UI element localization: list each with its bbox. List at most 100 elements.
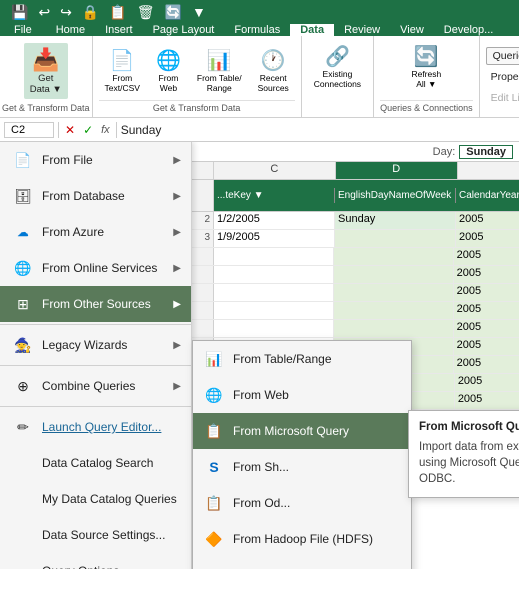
existing-connections-button[interactable]: 🔗 ExistingConnections bbox=[308, 40, 367, 93]
launch-query-editor-item[interactable]: ✏ Launch Query Editor... bbox=[0, 409, 191, 445]
table-range-icon: 📊 bbox=[203, 350, 225, 368]
qat-more-icon[interactable]: ▼ bbox=[189, 2, 209, 22]
tooltip-title: From Microsoft Query bbox=[419, 421, 519, 433]
queries-connections-button[interactable]: Queries & Connections bbox=[486, 47, 519, 65]
data-row-7: 2005 bbox=[192, 320, 519, 338]
cell-r2c4[interactable]: Sunday bbox=[335, 212, 456, 229]
redo-icon[interactable]: ↪ bbox=[57, 2, 75, 23]
cell-r2c3[interactable]: 1/2/2005 bbox=[214, 212, 335, 229]
legacy-wizards-arrow: ▶ bbox=[173, 340, 181, 351]
other-sources-icon: ⊞ bbox=[12, 295, 34, 313]
cell-reference[interactable]: C2 bbox=[4, 122, 54, 138]
tab-file[interactable]: File bbox=[0, 24, 46, 36]
submenu-from-web[interactable]: 🌐 From Web bbox=[193, 377, 411, 413]
tab-data[interactable]: Data bbox=[290, 24, 334, 36]
table-range-label: From Table/Range bbox=[233, 352, 401, 366]
col-header-d[interactable]: D bbox=[336, 162, 458, 179]
tab-developer[interactable]: Develop... bbox=[434, 24, 504, 36]
cell-r3c3[interactable]: 1/9/2005 bbox=[214, 230, 335, 247]
get-transform-label2: Get & Transform Data bbox=[99, 100, 295, 113]
legacy-wizards-label: Legacy Wizards bbox=[42, 338, 165, 352]
query-options-item[interactable]: Query Options bbox=[0, 553, 191, 569]
submenu-active-directory[interactable]: 👥 From Active Directory bbox=[193, 557, 411, 569]
refresh-all-button[interactable]: 🔄 RefreshAll ▼ bbox=[404, 40, 448, 93]
from-other-sources-item[interactable]: ⊞ From Other Sources ▶ bbox=[0, 286, 191, 322]
recent-sources-button[interactable]: 🕐 RecentSources bbox=[252, 44, 295, 97]
cell-r3c5[interactable]: 2005 bbox=[456, 230, 519, 247]
separator-3 bbox=[0, 406, 191, 407]
from-file-item[interactable]: 📄 From File ▶ bbox=[0, 142, 191, 178]
get-data-button[interactable]: 📥 Get Data ▼ bbox=[24, 43, 68, 99]
submenu-hadoop[interactable]: 🔶 From Hadoop File (HDFS) bbox=[193, 521, 411, 557]
col-header-c: C bbox=[214, 162, 336, 179]
from-database-label: From Database bbox=[42, 189, 165, 203]
tab-view[interactable]: View bbox=[390, 24, 434, 36]
from-table-range-button[interactable]: 📊 From Table/Range bbox=[191, 44, 248, 97]
odata-icon: 📋 bbox=[203, 494, 225, 512]
my-catalog-icon bbox=[12, 490, 34, 508]
from-azure-label: From Azure bbox=[42, 225, 165, 239]
confirm-formula-icon[interactable]: ✓ bbox=[81, 121, 95, 139]
combine-queries-label: Combine Queries bbox=[42, 379, 165, 393]
hadoop-icon: 🔶 bbox=[203, 530, 225, 548]
ms-query-tooltip: From Microsoft Query Import data from ex… bbox=[408, 410, 519, 498]
tab-page-layout[interactable]: Page Layout bbox=[143, 24, 225, 36]
from-text-csv-button[interactable]: 📄 FromText/CSV bbox=[99, 44, 146, 97]
data-row-4: 2005 bbox=[192, 266, 519, 284]
data-row-3: 2005 bbox=[192, 248, 519, 266]
insert-function-icon[interactable]: fx bbox=[99, 122, 112, 138]
data-catalog-search-item[interactable]: Data Catalog Search bbox=[0, 445, 191, 481]
col-calendaryear: CalendarYear ▼ bbox=[456, 188, 519, 203]
legacy-wizards-item[interactable]: 🧙 Legacy Wizards ▶ bbox=[0, 327, 191, 363]
tab-review[interactable]: Review bbox=[334, 24, 390, 36]
ms-query-label: From Microsoft Query bbox=[233, 424, 401, 438]
from-web-button[interactable]: 🌐 FromWeb bbox=[150, 44, 187, 97]
edit-links-button[interactable]: Edit Links bbox=[486, 89, 519, 107]
data-row-1[interactable]: 2 1/2/2005 Sunday 2005 bbox=[192, 212, 519, 230]
cancel-formula-icon[interactable]: ✕ bbox=[63, 121, 77, 139]
ad-icon: 👥 bbox=[203, 566, 225, 569]
data-catalog-search-label: Data Catalog Search bbox=[42, 456, 181, 470]
submenu-table-range[interactable]: 📊 From Table/Range bbox=[193, 341, 411, 377]
from-database-item[interactable]: 🗄 From Database ▶ bbox=[0, 178, 191, 214]
combine-queries-item[interactable]: ⊕ Combine Queries ▶ bbox=[0, 368, 191, 404]
day-label-bar: Day: Sunday bbox=[192, 142, 519, 162]
delete-icon[interactable]: 🗑 bbox=[134, 2, 158, 23]
tab-formulas[interactable]: Formulas bbox=[224, 24, 290, 36]
lock-icon[interactable]: 🔒 bbox=[79, 2, 102, 23]
save-icon[interactable]: 💾 bbox=[8, 2, 31, 23]
submenu-microsoft-query[interactable]: 📋 From Microsoft Query bbox=[193, 413, 411, 449]
file-icon: 📄 bbox=[12, 151, 34, 169]
submenu-odata[interactable]: 📋 From Od... bbox=[193, 485, 411, 521]
my-data-catalog-label: My Data Catalog Queries bbox=[42, 492, 181, 506]
tab-insert[interactable]: Insert bbox=[95, 24, 143, 36]
submenu-sharepoint[interactable]: S From Sh... bbox=[193, 449, 411, 485]
combine-icon: ⊕ bbox=[12, 377, 34, 395]
refresh-icon[interactable]: 🔄 bbox=[162, 2, 185, 23]
my-data-catalog-item[interactable]: My Data Catalog Queries bbox=[0, 481, 191, 517]
from-online-services-item[interactable]: 🌐 From Online Services ▶ bbox=[0, 250, 191, 286]
data-source-settings-item[interactable]: Data Source Settings... bbox=[0, 517, 191, 553]
web-icon: 🌐 bbox=[203, 386, 225, 404]
online-services-icon: 🌐 bbox=[12, 259, 34, 277]
tab-home[interactable]: Home bbox=[46, 24, 95, 36]
cell-r3c4[interactable] bbox=[335, 230, 456, 247]
query-options-label: Query Options bbox=[42, 564, 181, 569]
data-row-2: 3 1/9/2005 2005 bbox=[192, 230, 519, 248]
formula-input[interactable] bbox=[121, 123, 515, 137]
properties-button[interactable]: Properties bbox=[486, 68, 519, 86]
from-online-services-label: From Online Services bbox=[42, 261, 165, 275]
from-other-sources-arrow: ▶ bbox=[173, 299, 181, 310]
undo-icon[interactable]: ↩ bbox=[35, 2, 53, 23]
from-web-label: From Web bbox=[233, 388, 401, 402]
copy-icon[interactable]: 📋 bbox=[106, 2, 129, 23]
cell-r2c5[interactable]: 2005 bbox=[456, 212, 519, 229]
formula-bar: C2 ✕ ✓ fx bbox=[0, 118, 519, 142]
data-row-5: 2005 bbox=[192, 284, 519, 302]
get-data-dropdown: 📄 From File ▶ 🗄 From Database ▶ ☁ From A… bbox=[0, 142, 192, 569]
day-label-text: Day: bbox=[433, 146, 456, 158]
from-azure-item[interactable]: ☁ From Azure ▶ bbox=[0, 214, 191, 250]
from-database-arrow: ▶ bbox=[173, 191, 181, 202]
ribbon-commands: 📥 Get Data ▼ Get & Transform Data 📄 From… bbox=[0, 36, 519, 118]
from-file-label: From File bbox=[42, 153, 165, 167]
